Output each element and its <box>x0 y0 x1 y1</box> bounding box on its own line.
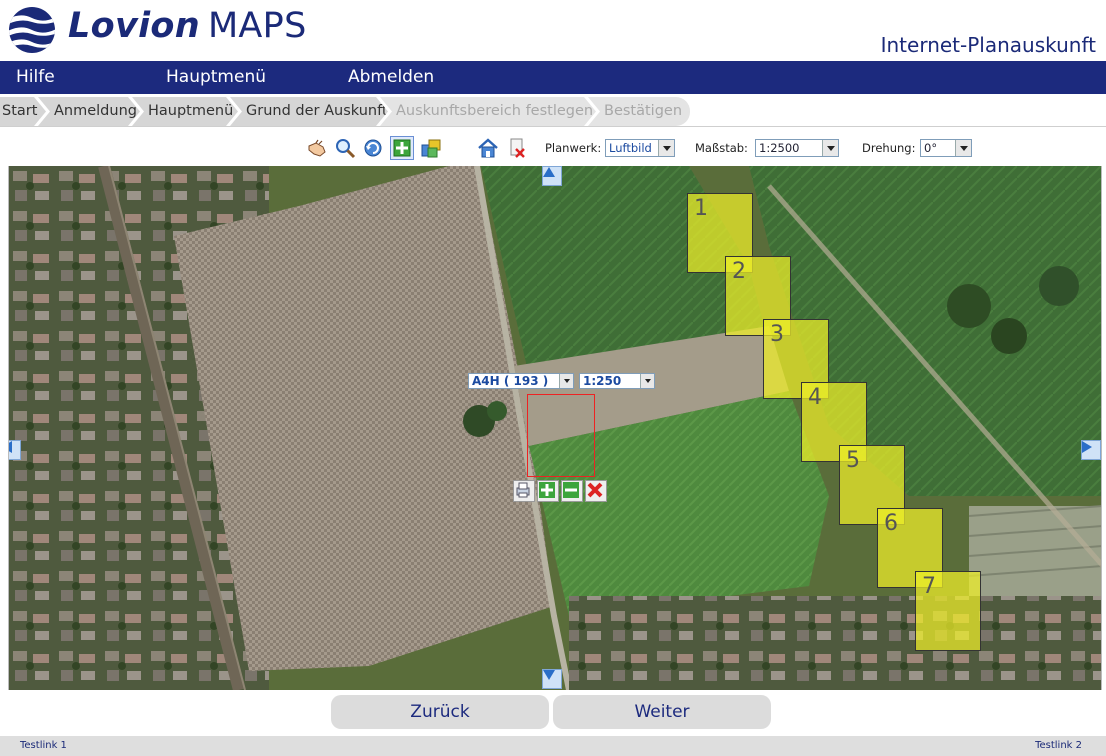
chevron-down-icon <box>822 140 838 156</box>
frame-scale-select[interactable]: 1:250 <box>579 373 655 389</box>
massstab-label: Maßstab: <box>695 141 748 155</box>
zoom-magnifier-icon[interactable] <box>333 136 357 160</box>
minus-icon[interactable] <box>561 480 583 502</box>
print-icon[interactable] <box>513 480 535 502</box>
map-toolbar: Planwerk: Luftbild Maßstab: 1:2500 Drehu… <box>0 130 1106 166</box>
pan-up-arrow-icon[interactable] <box>542 166 562 186</box>
wizard-buttons: Zurück Weiter <box>0 690 1106 736</box>
planwerk-label: Planwerk: <box>545 141 602 155</box>
page-subtitle: Internet-Planauskunft <box>880 33 1096 57</box>
frame-format-select[interactable]: A4H ( 193 ) <box>468 373 574 389</box>
brand-name: Lovion <box>68 6 200 46</box>
pan-down-arrow-icon[interactable] <box>542 669 562 689</box>
globe-logo-icon <box>9 7 55 53</box>
sheet-number: 5 <box>846 448 860 473</box>
massstab-select[interactable]: 1:2500 <box>755 139 839 157</box>
header: Lovion MAPS Internet-Planauskunft <box>0 0 1106 61</box>
logo-wordmark: Lovion MAPS <box>68 6 307 46</box>
sheet-number: 7 <box>922 574 936 599</box>
chevron-down-icon <box>559 374 573 388</box>
next-button[interactable]: Weiter <box>553 695 771 729</box>
app-root: Lovion MAPS Internet-Planauskunft Hilfe H… <box>0 0 1106 756</box>
product-name: MAPS <box>207 6 307 46</box>
sheet-number: 2 <box>732 259 746 284</box>
home-icon[interactable] <box>476 136 500 160</box>
refresh-icon[interactable] <box>361 136 385 160</box>
sheet-number: 3 <box>770 322 784 347</box>
breadcrumb-label: Start <box>2 103 38 119</box>
frame-scale-value: 1:250 <box>583 374 622 388</box>
chevron-down-icon <box>640 374 654 388</box>
new-sheet-frame[interactable] <box>527 394 595 477</box>
breadcrumb-step-auskunftsbereich: Auskunftsbereich festlegen <box>380 97 596 126</box>
main-menu-bar: Hilfe Hauptmenü Abmelden <box>0 61 1106 94</box>
pan-left-arrow-icon[interactable] <box>9 440 21 460</box>
breadcrumb-label: Bestätigen <box>604 103 683 119</box>
menu-item-hilfe[interactable]: Hilfe <box>16 67 55 87</box>
breadcrumb-label: Grund der Auskunft <box>246 103 388 119</box>
pan-hand-icon[interactable] <box>305 136 329 160</box>
footer-link-2[interactable]: Testlink 2 <box>1035 740 1082 751</box>
frame-format-value: A4H ( 193 ) <box>472 374 549 388</box>
drehung-value: 0° <box>924 141 938 155</box>
back-button[interactable]: Zurück <box>331 695 549 729</box>
breadcrumb-label: Auskunftsbereich festlegen <box>396 103 594 119</box>
plan-sheet[interactable]: 7 <box>915 571 981 651</box>
planwerk-select[interactable]: Luftbild <box>605 139 675 157</box>
drehung-label: Drehung: <box>862 141 916 155</box>
pan-right-arrow-icon[interactable] <box>1081 440 1101 460</box>
planwerk-value: Luftbild <box>609 141 652 155</box>
sheet-number: 4 <box>808 385 822 410</box>
add-icon[interactable] <box>537 480 559 502</box>
massstab-value: 1:2500 <box>759 141 800 155</box>
breadcrumb: Start Anmeldung Hauptmenü Grund der Ausk… <box>0 95 1106 127</box>
footer-link-1[interactable]: Testlink 1 <box>20 740 67 751</box>
breadcrumb-label: Anmeldung <box>54 103 137 119</box>
sheet-number: 1 <box>694 196 708 221</box>
chevron-down-icon <box>658 140 674 156</box>
chevron-down-icon <box>955 140 971 156</box>
drehung-select[interactable]: 0° <box>920 139 972 157</box>
delete-icon[interactable] <box>585 480 607 502</box>
breadcrumb-step-hauptmenue[interactable]: Hauptmenü <box>132 97 238 126</box>
breadcrumb-step-start[interactable]: Start <box>0 97 46 126</box>
map-viewport[interactable]: 1 2 3 4 5 6 7 A4H ( 193 ) 1:250 <box>8 166 1102 690</box>
breadcrumb-label: Hauptmenü <box>148 103 234 119</box>
layers-icon[interactable] <box>419 136 443 160</box>
menu-item-abmelden[interactable]: Abmelden <box>348 67 434 87</box>
breadcrumb-step-bestaetigen: Bestätigen <box>588 97 690 126</box>
breadcrumb-step-grund[interactable]: Grund der Auskunft <box>230 97 388 126</box>
footer: Testlink 1 Testlink 2 <box>0 736 1106 756</box>
breadcrumb-step-anmeldung[interactable]: Anmeldung <box>38 97 140 126</box>
delete-sheet-icon[interactable] <box>505 136 529 160</box>
add-sheet-icon[interactable] <box>390 136 414 160</box>
sheet-number: 6 <box>884 511 898 536</box>
menu-item-hauptmenue[interactable]: Hauptmenü <box>166 67 266 87</box>
